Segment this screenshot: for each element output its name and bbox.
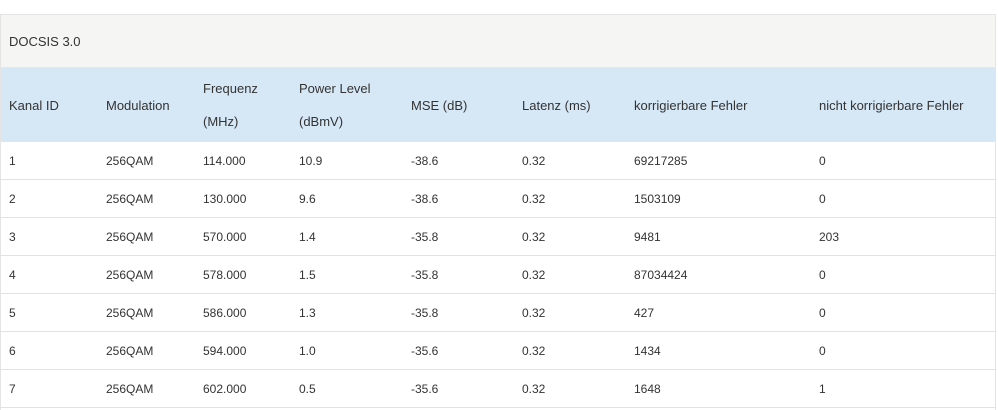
cell-power-level: 10.9 — [291, 142, 403, 180]
cell-latency: 0.32 — [514, 369, 626, 408]
cell-modulation: 256QAM — [98, 255, 195, 294]
cell-modulation: 256QAM — [98, 142, 195, 180]
header-uncorrectable-errors: nicht korrigierbare Fehler — [819, 97, 964, 113]
cell-correctable-errors: 1503109 — [626, 179, 811, 218]
cell-modulation: 256QAM — [98, 331, 195, 370]
table-header-row: Kanal ID Modulation Frequenz (MHz) Power … — [1, 68, 995, 142]
header-correctable-errors: korrigierbare Fehler — [634, 97, 748, 113]
header-power-line1: Power Level — [299, 81, 371, 96]
cell-frequency: 594.000 — [195, 331, 291, 370]
header-power-level: Power Level (dBmV) — [291, 68, 403, 142]
downstream-channel-table: Kanal ID Modulation Frequenz (MHz) Power … — [1, 68, 995, 408]
table-header: Kanal ID Modulation Frequenz (MHz) Power … — [1, 68, 995, 142]
cell-correctable-errors: 427 — [626, 293, 811, 332]
table-body: 1 256QAM 114.000 10.9 -38.6 0.32 69217285 0 2 256… — [1, 142, 995, 408]
cell-channel-id: 4 — [1, 255, 98, 294]
table-row: 5 256QAM 586.000 1.3 -35.8 0.32 427 0 — [1, 293, 995, 332]
cell-frequency: 130.000 — [195, 179, 291, 218]
cell-correctable-errors: 87034424 — [626, 255, 811, 294]
table-row: 6 256QAM 594.000 1.0 -35.6 0.32 1434 0 — [1, 331, 995, 370]
cell-uncorrectable-errors: 0 — [811, 179, 995, 218]
cell-uncorrectable-errors: 0 — [811, 331, 995, 370]
cell-power-level: 1.3 — [291, 293, 403, 332]
cell-latency: 0.32 — [514, 255, 626, 294]
table-row: 7 256QAM 602.000 0.5 -35.6 0.32 1648 1 — [1, 369, 995, 408]
cell-frequency: 602.000 — [195, 369, 291, 408]
cell-frequency: 586.000 — [195, 293, 291, 332]
cell-channel-id: 5 — [1, 293, 98, 332]
header-channel-id: Kanal ID — [9, 97, 59, 113]
cell-uncorrectable-errors: 0 — [811, 255, 995, 294]
cell-uncorrectable-errors: 0 — [811, 142, 995, 180]
cell-mse: -35.8 — [403, 217, 514, 256]
cell-power-level: 1.5 — [291, 255, 403, 294]
cell-uncorrectable-errors: 203 — [811, 217, 995, 256]
cell-latency: 0.32 — [514, 217, 626, 256]
cell-modulation: 256QAM — [98, 293, 195, 332]
cell-power-level: 9.6 — [291, 179, 403, 218]
cell-power-level: 0.5 — [291, 369, 403, 408]
cell-mse: -35.6 — [403, 331, 514, 370]
cell-uncorrectable-errors: 1 — [811, 369, 995, 408]
cell-frequency: 114.000 — [195, 142, 291, 180]
cell-latency: 0.32 — [514, 179, 626, 218]
cell-correctable-errors: 1648 — [626, 369, 811, 408]
cell-latency: 0.32 — [514, 293, 626, 332]
cell-correctable-errors: 69217285 — [626, 142, 811, 180]
header-power-line2: (dBmV) — [299, 114, 344, 129]
cell-channel-id: 6 — [1, 331, 98, 370]
header-mse: MSE (dB) — [411, 97, 468, 113]
cell-correctable-errors: 1434 — [626, 331, 811, 370]
cell-mse: -35.8 — [403, 255, 514, 294]
cell-frequency: 570.000 — [195, 217, 291, 256]
cell-modulation: 256QAM — [98, 217, 195, 256]
table-row: 3 256QAM 570.000 1.4 -35.8 0.32 9481 203 — [1, 217, 995, 256]
cell-power-level: 1.4 — [291, 217, 403, 256]
table-row: 2 256QAM 130.000 9.6 -38.6 0.32 1503109 0 — [1, 179, 995, 218]
docsis-panel: DOCSIS 3.0 Kanal ID Modulation Frequenz (… — [0, 14, 996, 410]
cell-latency: 0.32 — [514, 331, 626, 370]
cell-channel-id: 1 — [1, 142, 98, 180]
cell-channel-id: 7 — [1, 369, 98, 408]
cell-modulation: 256QAM — [98, 369, 195, 408]
cell-correctable-errors: 9481 — [626, 217, 811, 256]
table-row: 4 256QAM 578.000 1.5 -35.8 0.32 87034424 0 — [1, 255, 995, 294]
cell-channel-id: 3 — [1, 217, 98, 256]
panel-title: DOCSIS 3.0 — [1, 15, 995, 68]
cell-uncorrectable-errors: 0 — [811, 293, 995, 332]
header-latency: Latenz (ms) — [522, 97, 591, 113]
cell-frequency: 578.000 — [195, 255, 291, 294]
cell-mse: -35.6 — [403, 369, 514, 408]
cell-latency: 0.32 — [514, 142, 626, 180]
table-row: 1 256QAM 114.000 10.9 -38.6 0.32 69217285 0 — [1, 142, 995, 180]
cell-mse: -38.6 — [403, 179, 514, 218]
header-frequency-line2: (MHz) — [203, 114, 239, 129]
header-frequency: Frequenz (MHz) — [195, 68, 291, 142]
cell-mse: -38.6 — [403, 142, 514, 180]
cell-mse: -35.8 — [403, 293, 514, 332]
cell-modulation: 256QAM — [98, 179, 195, 218]
header-modulation: Modulation — [106, 97, 170, 113]
header-frequency-line1: Frequenz — [203, 81, 258, 96]
cell-power-level: 1.0 — [291, 331, 403, 370]
cell-channel-id: 2 — [1, 179, 98, 218]
